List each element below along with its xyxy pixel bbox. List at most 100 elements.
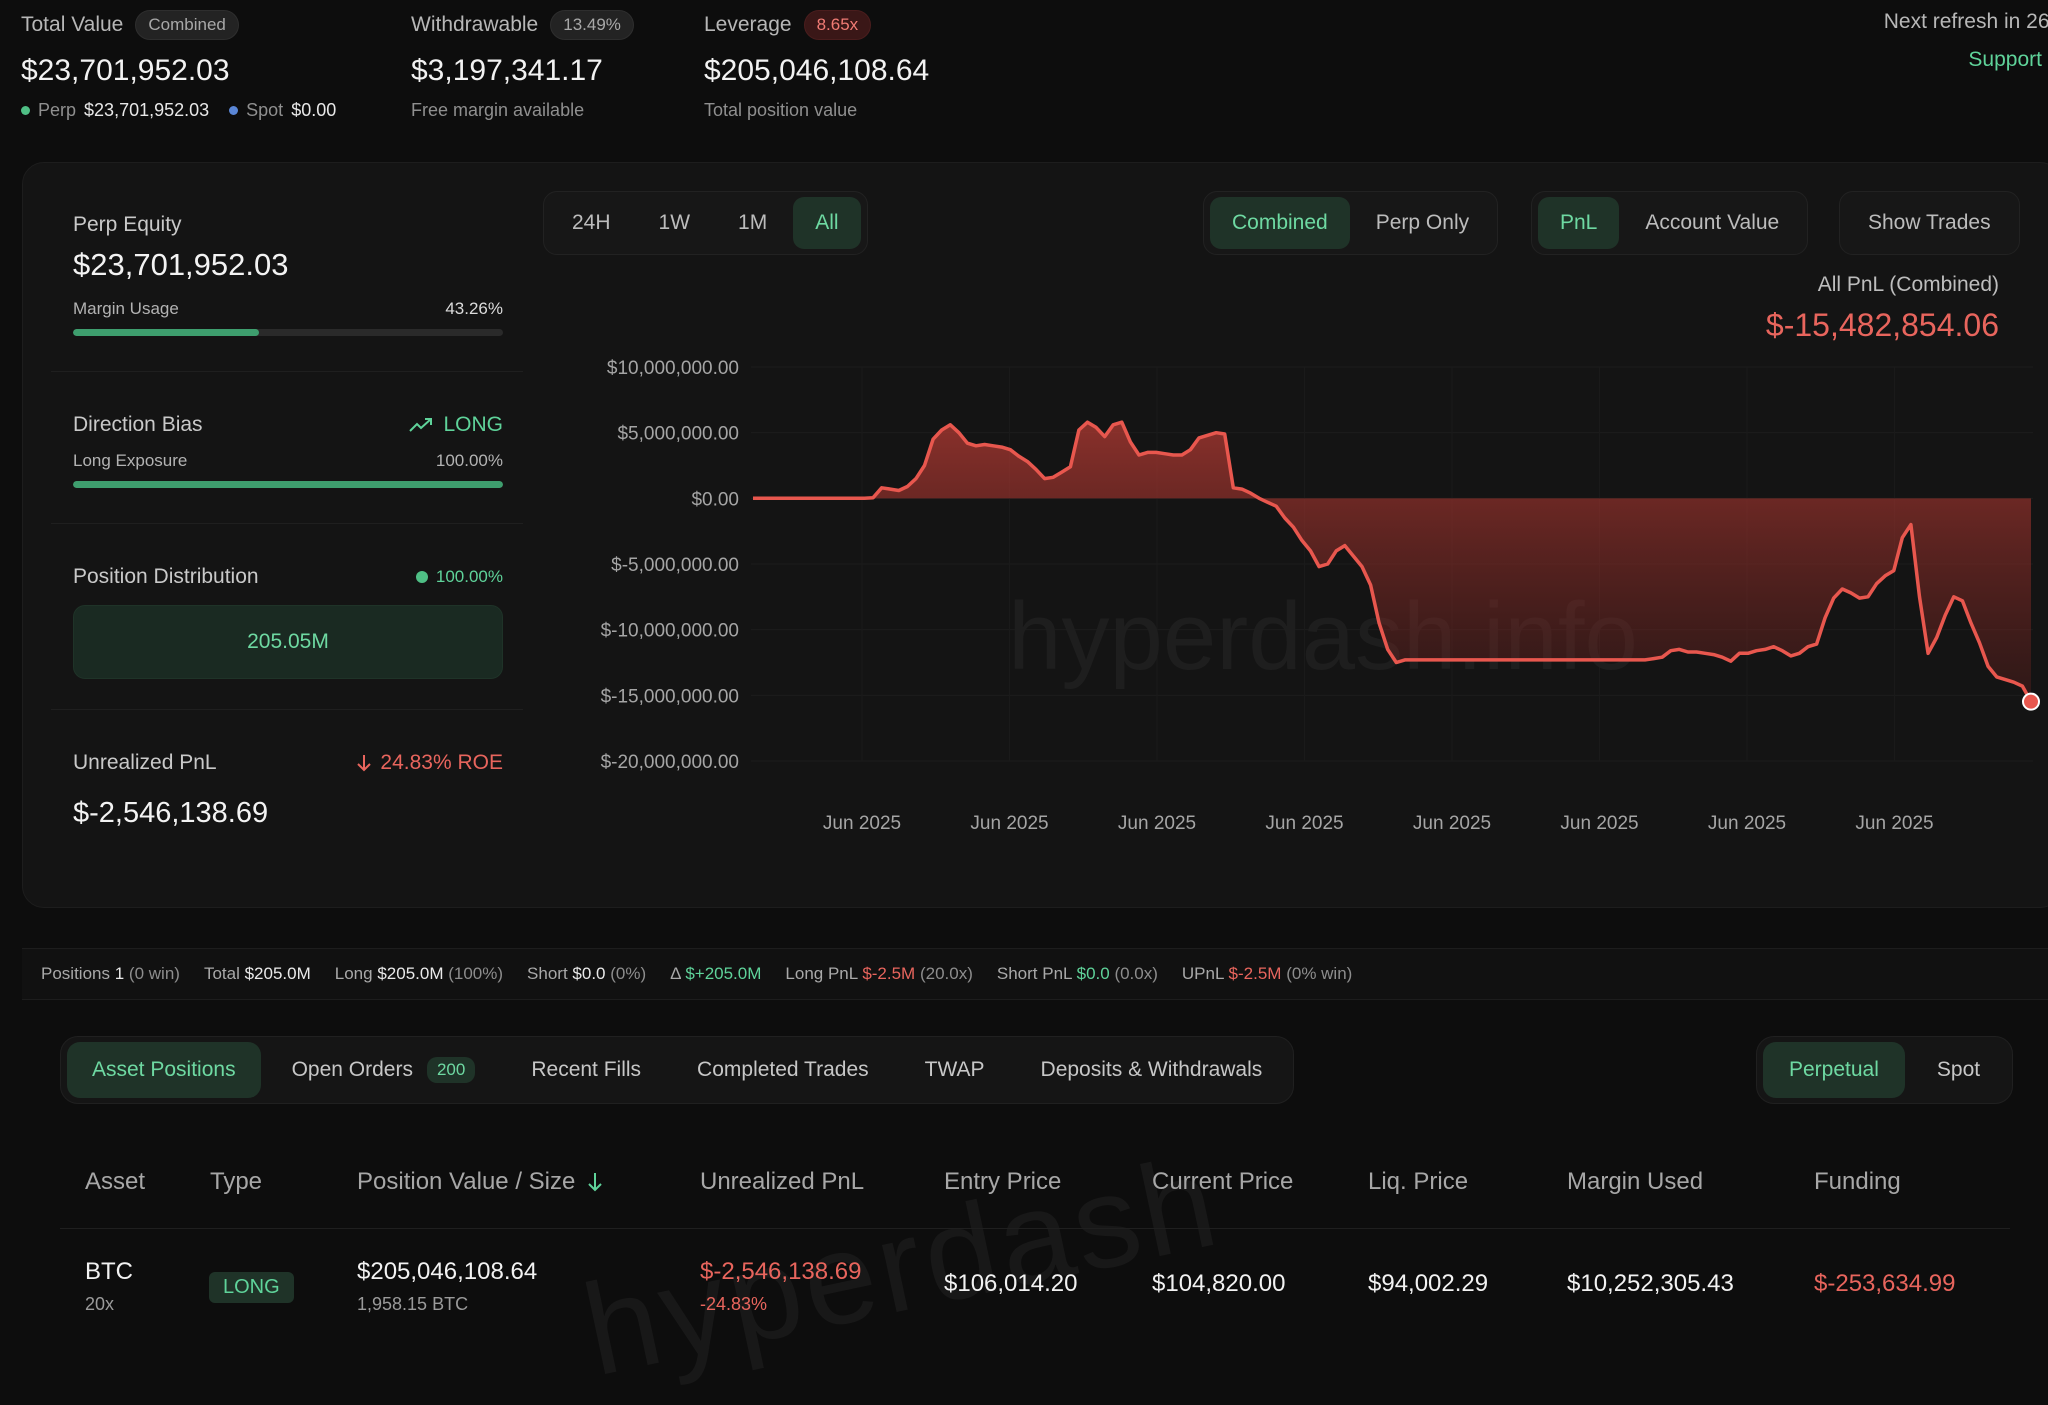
divider [51, 523, 523, 524]
tab-open-orders[interactable]: Open Orders 200 [267, 1042, 501, 1098]
col-position-value[interactable]: Position Value / Size [357, 1168, 603, 1196]
spot-label: Spot [246, 100, 284, 120]
col-margin-used[interactable]: Margin Used [1567, 1168, 1703, 1196]
x-tick-label: Jun 2025 [1118, 813, 1196, 834]
short-value: $0.0 [572, 964, 606, 983]
col-current-price[interactable]: Current Price [1152, 1168, 1293, 1196]
metric-account-value[interactable]: Account Value [1623, 197, 1801, 249]
total-value-label: Total Value [21, 13, 124, 36]
perp-value: $23,701,952.03 [84, 100, 210, 120]
withdrawable-stat: Withdrawable 13.49% $3,197,341.17 Free ma… [411, 10, 634, 121]
delta-value: $+205.0M [685, 964, 762, 983]
long-label: Long [334, 964, 373, 983]
direction-bias-block: Direction Bias LONG Long Exposure 100.00… [73, 413, 503, 488]
metric-selector: PnL Account Value [1531, 191, 1809, 255]
tab-completed-trades[interactable]: Completed Trades [672, 1042, 894, 1098]
x-tick-label: Jun 2025 [1265, 813, 1343, 834]
range-1m[interactable]: 1M [716, 197, 789, 249]
range-selector: 24H 1W 1M All [543, 191, 868, 255]
row-leverage: 20x [85, 1294, 115, 1314]
x-tick-label: Jun 2025 [1560, 813, 1638, 834]
tab-deposits-withdrawals[interactable]: Deposits & Withdrawals [1016, 1042, 1288, 1098]
y-tick-label: $-20,000,000.00 [601, 752, 739, 773]
col-asset[interactable]: Asset [85, 1168, 145, 1196]
row-funding: $-253,634.99 [1814, 1270, 1956, 1297]
perp-equity-value: $23,701,952.03 [73, 247, 289, 282]
show-trades-button[interactable]: Show Trades [1846, 197, 2013, 249]
refresh-countdown: Next refresh in 26s [1883, 10, 2048, 33]
withdrawable-label: Withdrawable [411, 13, 539, 36]
long-exposure-bar [73, 481, 503, 488]
overview-panel: Perp Equity $23,701,952.03 Margin Usage … [22, 162, 2048, 908]
margin-usage-bar [73, 329, 503, 336]
pnl-chart[interactable]: $10,000,000.00 $5,000,000.00 $0.00 $-5,000,… [563, 343, 2043, 853]
trending-up-icon [409, 418, 433, 432]
positions-summary-bar: Positions 1 (0 win) Total $205.0M Long $… [22, 948, 2048, 1000]
tab-recent-fills[interactable]: Recent Fills [506, 1042, 666, 1098]
leverage-label: Leverage [704, 13, 792, 36]
row-asset: BTC [85, 1258, 133, 1285]
perp-label: Perp [38, 100, 77, 120]
perp-equity-label: Perp Equity [73, 213, 182, 236]
unrealized-pnl-block: Unrealized PnL 24.83% ROE $-2,546,138.69 [73, 751, 503, 830]
row-position-size: 1,958.15 BTC [357, 1294, 469, 1314]
row-margin-used: $10,252,305.43 [1567, 1270, 1734, 1297]
total-value-stat: Total Value Combined $23,701,952.03 Perp … [21, 10, 336, 121]
short-pct: (0%) [610, 964, 647, 983]
tab-spot[interactable]: Spot [1911, 1042, 2006, 1098]
positions-label: Positions [41, 964, 110, 983]
row-type-badge: LONG [209, 1272, 294, 1303]
margin-usage-fill [73, 329, 260, 336]
long-pct: (100%) [448, 964, 504, 983]
position-distribution-block: Position Distribution 100.00% 205.05M [73, 565, 503, 679]
positions-count: 1 [114, 964, 125, 983]
tab-perpetual[interactable]: Perpetual [1763, 1042, 1905, 1098]
long-exposure-fill [73, 481, 503, 488]
y-tick-label: $-5,000,000.00 [611, 555, 739, 576]
tab-open-orders-label: Open Orders [291, 1058, 413, 1081]
long-exposure-value: 100.00% [435, 451, 503, 470]
range-all[interactable]: All [793, 197, 861, 249]
col-funding[interactable]: Funding [1814, 1168, 1901, 1196]
long-pnl-label: Long PnL [785, 964, 858, 983]
roe-value: 24.83% ROE [380, 751, 503, 774]
support-link[interactable]: Support us [1968, 48, 2048, 72]
position-distribution-value: 100.00% [435, 567, 503, 586]
range-1w[interactable]: 1W [637, 197, 713, 249]
pnl-summary-label: All PnL (Combined) [1817, 273, 1999, 296]
metric-pnl[interactable]: PnL [1538, 197, 1620, 249]
pnl-summary-value: $-15,482,854.06 [1765, 307, 1999, 343]
x-tick-label: Jun 2025 [823, 813, 901, 834]
divider [51, 371, 523, 372]
combined-pill: Combined [135, 10, 239, 40]
perp-equity-block: Perp Equity $23,701,952.03 Margin Usage … [73, 213, 503, 336]
distribution-box[interactable]: 205.05M [73, 605, 503, 679]
col-entry-price[interactable]: Entry Price [944, 1168, 1061, 1196]
withdrawable-pill: 13.49% [550, 10, 634, 40]
range-24h[interactable]: 24H [550, 197, 633, 249]
tab-twap[interactable]: TWAP [900, 1042, 1010, 1098]
unrealized-pnl-value: $-2,546,138.69 [73, 797, 269, 829]
total-value-amount: $23,701,952.03 [21, 54, 230, 87]
col-position-value-label: Position Value / Size [357, 1168, 576, 1195]
leverage-stat: Leverage 8.65x $205,046,108.64 Total posi… [704, 10, 929, 121]
arrow-down-icon [357, 755, 372, 772]
divider [51, 709, 523, 710]
mode-combined[interactable]: Combined [1210, 197, 1350, 249]
mode-perp-only[interactable]: Perp Only [1354, 197, 1491, 249]
col-type[interactable]: Type [210, 1168, 262, 1196]
y-tick-label: $-15,000,000.00 [601, 686, 739, 707]
market-tabs: Perpetual Spot [1756, 1036, 2014, 1104]
upnl-win: (0% win) [1286, 964, 1353, 983]
tab-asset-positions[interactable]: Asset Positions [67, 1042, 261, 1098]
col-unrealized-pnl[interactable]: Unrealized PnL [700, 1168, 864, 1196]
long-exposure-label: Long Exposure [73, 451, 188, 470]
short-label: Short [527, 964, 568, 983]
long-value: $205.0M [377, 964, 444, 983]
spot-value: $0.00 [291, 100, 337, 120]
upnl-value: $-2.5M [1228, 964, 1282, 983]
mode-selector: Combined Perp Only [1203, 191, 1499, 255]
table-header-divider [60, 1228, 2010, 1229]
short-pnl-value: $0.0 [1076, 964, 1110, 983]
col-liq-price[interactable]: Liq. Price [1368, 1168, 1468, 1196]
